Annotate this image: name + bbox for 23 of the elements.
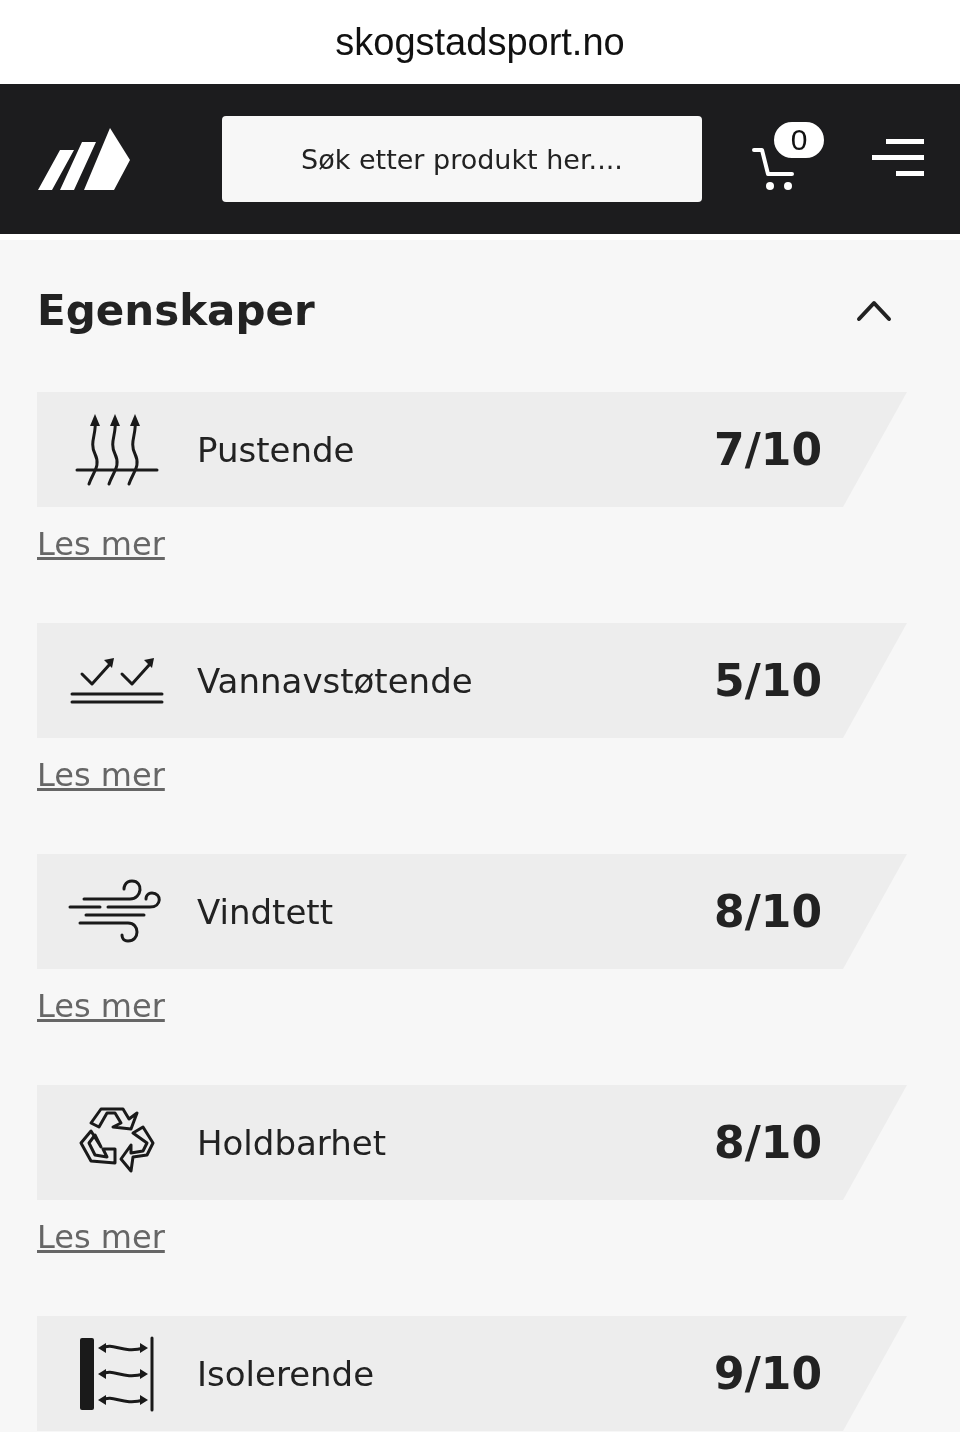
read-more-link[interactable]: Les mer [37, 756, 165, 794]
section-title: Egenskaper [37, 285, 315, 335]
menu-button[interactable] [872, 139, 924, 179]
read-more-link[interactable]: Les mer [37, 987, 165, 1025]
search-field[interactable]: Søk etter produkt her.... [222, 116, 702, 202]
property-label: Holdbarhet [197, 1122, 387, 1163]
logo[interactable] [38, 128, 130, 190]
property-label: Isolerende [197, 1353, 376, 1394]
water-repellent-icon [70, 655, 164, 706]
read-more-link[interactable]: Les mer [37, 525, 165, 563]
property-score: 9/10 [714, 1348, 822, 1399]
property-score: 8/10 [714, 886, 822, 937]
cart-count: 0 [772, 120, 826, 160]
property-score: 8/10 [714, 1117, 822, 1168]
site-address: skogstadsport.no [335, 20, 625, 64]
property-label: Pustende [197, 429, 356, 470]
property-label: Vannavstøtende [197, 660, 474, 701]
property-label: Vindtett [197, 891, 334, 932]
property-score: 7/10 [714, 424, 822, 475]
menu-icon [872, 139, 924, 177]
property-score: 5/10 [714, 655, 822, 706]
read-more-link[interactable]: Les mer [37, 1218, 165, 1256]
insulation-icon [78, 1335, 156, 1412]
